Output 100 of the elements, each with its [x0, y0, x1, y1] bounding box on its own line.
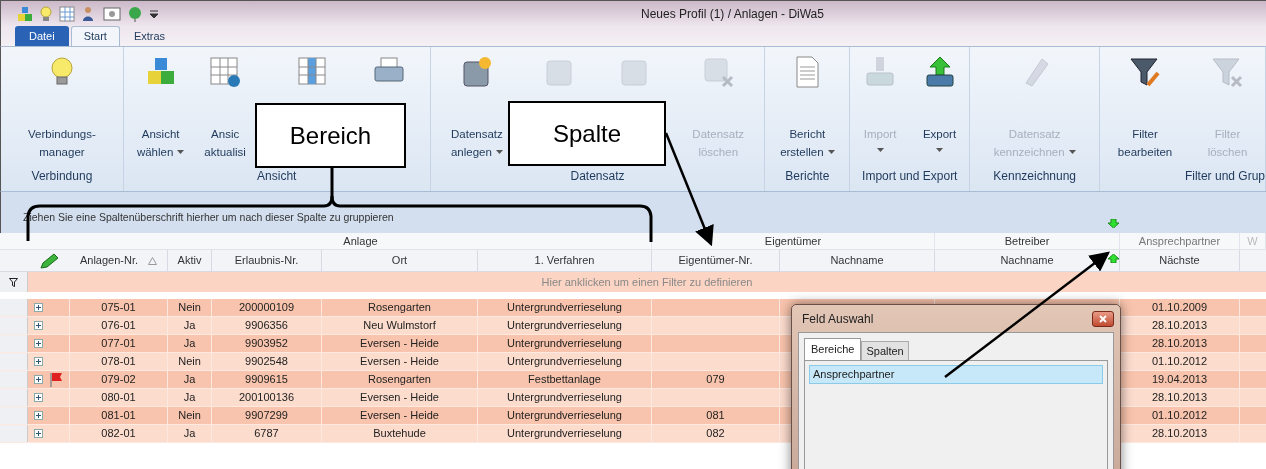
table-cell-text: 28.10.2013: [1151, 336, 1208, 352]
dialog-tab[interactable]: Spalten: [861, 341, 909, 360]
ribbon-tab[interactable]: Extras: [121, 26, 178, 46]
table-cell-text: 082: [706, 426, 725, 442]
table-cell-text: Untergrundverrieselung: [507, 300, 622, 316]
dialog-tab[interactable]: Bereiche: [804, 338, 862, 360]
table-cell-text: 080-01: [101, 390, 136, 406]
column-header[interactable]: Erlaubnis-Nr.: [212, 250, 322, 271]
caret-icon: [827, 150, 835, 154]
table-cell-text: Untergrundverrieselung: [507, 408, 622, 424]
drop-up-marker-icon: [1108, 254, 1119, 263]
table-cell-text: Untergrundverrieselung: [507, 426, 622, 442]
table-cell-text: Rosengarten: [368, 300, 431, 316]
table-cell-text: Ja: [183, 372, 196, 388]
table-cell-text: 200100136: [238, 390, 295, 406]
ribbon-button[interactable]: Export: [919, 55, 960, 157]
band-header: Anlage: [343, 234, 378, 249]
table-cell-text: 075-01: [101, 300, 136, 316]
column-header[interactable]: Eigentümer-Nr.: [652, 250, 780, 271]
funnel-edit-icon: [1128, 55, 1162, 89]
filter-icon[interactable]: [9, 277, 18, 287]
flag-icon: [49, 371, 63, 388]
table-cell-text: Eversen - Heide: [360, 390, 439, 406]
table-cell-text: 19.04.2013: [1151, 372, 1208, 388]
caret-icon: [495, 150, 503, 154]
table-cell-text: Eversen - Heide: [360, 354, 439, 370]
globe-icon[interactable]: [127, 5, 143, 22]
column-header[interactable]: Nächste: [1120, 250, 1240, 271]
table-cell-text: 01.10.2012: [1151, 354, 1208, 370]
caret-icon: [876, 148, 884, 152]
table-cell-text: Ja: [183, 390, 196, 406]
column-header[interactable]: Ort: [322, 250, 478, 271]
close-icon: [1099, 314, 1107, 323]
ribbon-button[interactable]: Datensatz anlegen: [447, 55, 506, 161]
expand-icon[interactable]: [34, 393, 43, 402]
column-header[interactable]: Anlagen-Nr.: [70, 250, 168, 271]
funnel-delete-icon: [1210, 55, 1245, 89]
table-cell-text: 9907299: [245, 408, 288, 424]
close-button[interactable]: [1092, 310, 1114, 327]
caret-icon: [1068, 150, 1076, 154]
table-cell-text: Untergrundverrieselung: [507, 354, 622, 370]
callout-label: Bereich: [255, 103, 406, 168]
table-cell-text: Eversen - Heide: [360, 336, 439, 352]
light-bulb-icon[interactable]: [39, 5, 53, 22]
expand-icon[interactable]: [34, 429, 43, 438]
grid-icon[interactable]: [59, 5, 75, 22]
table-cell-text: 081-01: [101, 408, 136, 424]
camera-icon[interactable]: [103, 6, 121, 21]
expand-icon[interactable]: [34, 303, 43, 312]
cubes-icon[interactable]: [17, 5, 33, 22]
ribbon-tab[interactable]: Datei: [15, 26, 69, 46]
table-cell-text: Ja: [183, 336, 196, 352]
table-cell-text: Untergrundverrieselung: [507, 318, 622, 334]
expand-icon[interactable]: [34, 357, 43, 366]
list-item[interactable]: Ansprechpartner: [809, 365, 1103, 384]
dialog-title: Feld Auswahl: [802, 310, 874, 328]
group-label: Ansicht: [256, 168, 298, 185]
table-cell-text: 9906356: [245, 318, 288, 334]
ribbon-button[interactable]: Ansicht wählen: [133, 55, 188, 161]
ribbon-button[interactable]: Ansic aktualisi: [201, 55, 249, 161]
table-cell-text: 077-01: [101, 336, 136, 352]
ribbon-tab[interactable]: Start: [70, 26, 120, 46]
band-header: Betreiber: [1004, 234, 1050, 249]
box-delete-icon: [701, 55, 736, 89]
expand-icon[interactable]: [34, 339, 43, 348]
table-cell-text: Untergrundverrieselung: [507, 336, 622, 352]
ribbon-button[interactable]: Verbindungs- manager: [25, 55, 99, 161]
table-cell-text: 078-01: [101, 354, 136, 370]
ribbon-button[interactable]: Bericht erstellen: [777, 55, 838, 161]
column-header[interactable]: 1. Verfahren: [478, 250, 652, 271]
table-cell-text: 9903952: [245, 336, 288, 352]
table-cell-text: Rosengarten: [368, 372, 431, 388]
table-cell-text: 6787: [254, 426, 279, 442]
table-cell-text: Buxtehude: [373, 426, 426, 442]
column-header[interactable]: Nachname: [780, 250, 935, 271]
table-cell-text: 9909615: [245, 372, 288, 388]
ribbon-button[interactable]: Filter bearbeiten: [1114, 55, 1176, 161]
group-label: Verbindung: [30, 168, 94, 185]
table-cell-text: 200000109: [238, 300, 295, 316]
table-cell-text: Eversen - Heide: [360, 408, 439, 424]
table-cell-text: 01.10.2009: [1151, 300, 1208, 316]
table-cell-text: Festbettanlage: [528, 372, 601, 388]
table-cell-text: Neu Wulmstorf: [363, 318, 436, 334]
table-cell-text: Nein: [178, 408, 201, 424]
table-cell-text: 082-01: [101, 426, 136, 442]
table-cell-text: 01.10.2012: [1151, 408, 1208, 424]
group-label: Kennzeichnung: [992, 168, 1078, 185]
expand-icon[interactable]: [34, 375, 43, 384]
table-cell-text: 28.10.2013: [1151, 318, 1208, 334]
dropdown-icon[interactable]: [149, 8, 159, 19]
callout-label: Spalte: [508, 101, 666, 166]
expand-icon[interactable]: [34, 411, 43, 420]
expand-icon[interactable]: [34, 321, 43, 330]
window-title: Neues Profil (1) / Anlagen - DiWa5: [641, 5, 824, 23]
table-cell-text: Nein: [178, 300, 201, 316]
column-header[interactable]: Aktiv: [168, 250, 212, 271]
band-header: Eigentümer: [764, 234, 822, 249]
group-label: Import und Export: [861, 168, 959, 185]
table-cell-text: 9902548: [245, 354, 288, 370]
band-header: W: [1247, 234, 1258, 249]
